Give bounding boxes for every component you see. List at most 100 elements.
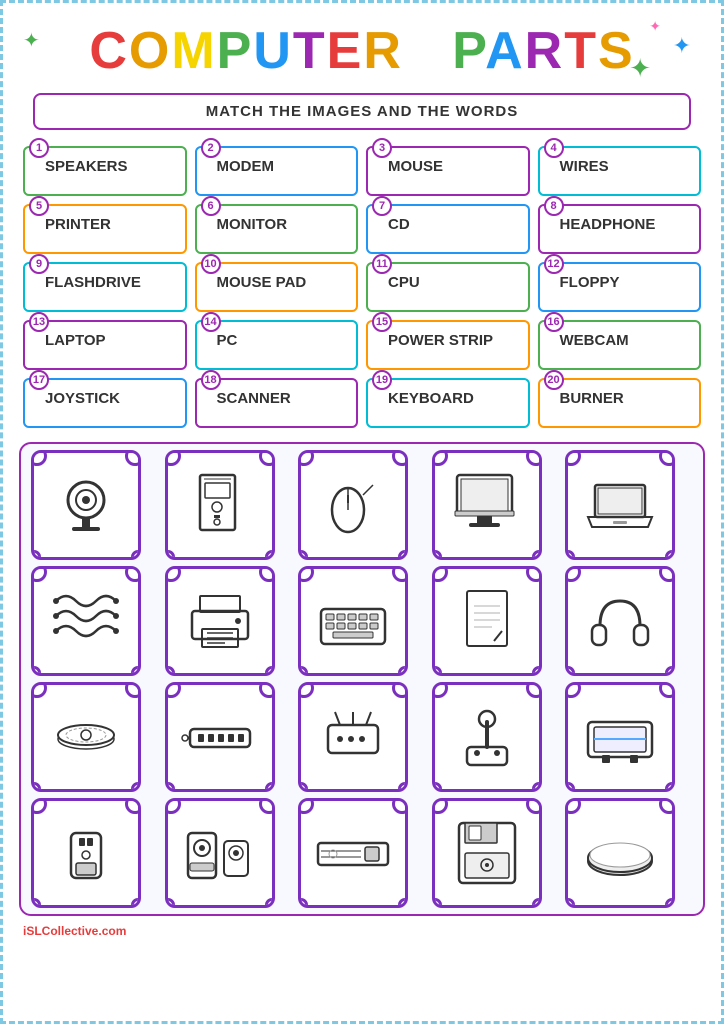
word-number: 7 bbox=[372, 196, 392, 216]
word-number: 10 bbox=[201, 254, 221, 274]
monitor-icon bbox=[447, 465, 527, 545]
word-number: 4 bbox=[544, 138, 564, 158]
star-icon-tr2: ✦ bbox=[673, 33, 691, 59]
word-cell-cpu: 11CPU bbox=[366, 262, 530, 312]
word-number: 6 bbox=[201, 196, 221, 216]
word-label: WIRES bbox=[560, 158, 692, 175]
image-cell-powerstrip bbox=[165, 682, 275, 792]
instruction-box: MATCH THE IMAGES AND THE WORDS bbox=[33, 93, 691, 130]
joystick-icon bbox=[447, 697, 527, 777]
word-number: 12 bbox=[544, 254, 564, 274]
title-area: ✦ COMPUTER PARTS ✦ ✦ ✦ bbox=[13, 13, 711, 85]
star-icon-tl: ✦ bbox=[23, 28, 40, 53]
word-number: 2 bbox=[201, 138, 221, 158]
word-label: SPEAKERS bbox=[45, 158, 177, 175]
word-cell-flashdrive: 9FLASHDRIVE bbox=[23, 262, 187, 312]
mousepad-icon bbox=[580, 813, 660, 893]
word-label: POWER STRIP bbox=[388, 332, 520, 349]
watermark-text: iSLCollective.com bbox=[23, 924, 126, 938]
word-label: MODEM bbox=[217, 158, 349, 175]
headphones-icon bbox=[580, 581, 660, 661]
word-cell-headphone: 8HEADPHONE bbox=[538, 204, 702, 254]
word-cell-scanner: 18SCANNER bbox=[195, 378, 359, 428]
image-cell-mousepad bbox=[565, 798, 675, 908]
flashdrive-icon bbox=[46, 813, 126, 893]
printer-icon bbox=[180, 581, 260, 661]
word-number: 11 bbox=[372, 254, 392, 274]
word-number: 16 bbox=[544, 312, 564, 332]
image-cell-joystick bbox=[432, 682, 542, 792]
webcam-icon bbox=[46, 465, 126, 545]
image-cell-speakers bbox=[165, 798, 275, 908]
word-label: HEADPHONE bbox=[560, 216, 692, 233]
word-cell-printer: 5PRINTER bbox=[23, 204, 187, 254]
word-cell-wires: 4WIRES bbox=[538, 146, 702, 196]
word-cell-power-strip: 15POWER STRIP bbox=[366, 320, 530, 370]
images-grid bbox=[31, 450, 693, 908]
image-cell-scanner bbox=[565, 682, 675, 792]
word-label: PC bbox=[217, 332, 349, 349]
word-cell-modem: 2MODEM bbox=[195, 146, 359, 196]
image-cell-headphones bbox=[565, 566, 675, 676]
word-number: 5 bbox=[29, 196, 49, 216]
word-cell-laptop: 13LAPTOP bbox=[23, 320, 187, 370]
word-label: FLOPPY bbox=[560, 274, 692, 291]
word-label: BURNER bbox=[560, 390, 692, 407]
image-cell-wires bbox=[31, 566, 141, 676]
floppy-icon bbox=[447, 813, 527, 893]
speakers-icon bbox=[180, 813, 260, 893]
modem-icon bbox=[313, 697, 393, 777]
word-number: 18 bbox=[201, 370, 221, 390]
laptop-icon bbox=[580, 465, 660, 545]
instruction-text: MATCH THE IMAGES AND THE WORDS bbox=[206, 103, 519, 120]
word-number: 14 bbox=[201, 312, 221, 332]
words-grid: 1SPEAKERS2MODEM3MOUSE4WIRES5PRINTER6MONI… bbox=[13, 138, 711, 436]
word-cell-monitor: 6MONITOR bbox=[195, 204, 359, 254]
word-label: LAPTOP bbox=[45, 332, 177, 349]
word-label: MOUSE bbox=[388, 158, 520, 175]
word-cell-webcam: 16WEBCAM bbox=[538, 320, 702, 370]
word-number: 15 bbox=[372, 312, 392, 332]
word-cell-keyboard: 19KEYBOARD bbox=[366, 378, 530, 428]
word-number: 19 bbox=[372, 370, 392, 390]
word-cell-floppy: 12FLOPPY bbox=[538, 262, 702, 312]
word-cell-speakers: 1SPEAKERS bbox=[23, 146, 187, 196]
image-cell-modem bbox=[298, 682, 408, 792]
star-icon-tr1: ✦ bbox=[649, 18, 661, 35]
word-cell-cd: 7CD bbox=[366, 204, 530, 254]
word-cell-burner: 20BURNER bbox=[538, 378, 702, 428]
keyboard-icon bbox=[313, 581, 393, 661]
word-number: 3 bbox=[372, 138, 392, 158]
word-label: MOUSE PAD bbox=[217, 274, 349, 291]
word-number: 17 bbox=[29, 370, 49, 390]
image-cell-pc bbox=[165, 450, 275, 560]
word-cell-mouse: 3MOUSE bbox=[366, 146, 530, 196]
star-icon-tr3: ✦ bbox=[629, 53, 651, 84]
image-cell-mouse bbox=[298, 450, 408, 560]
image-cell-laptop bbox=[565, 450, 675, 560]
image-cell-printer bbox=[165, 566, 275, 676]
burner-icon bbox=[313, 813, 393, 893]
word-number: 13 bbox=[29, 312, 49, 332]
image-cell-paper bbox=[432, 566, 542, 676]
word-number: 1 bbox=[29, 138, 49, 158]
image-cell-burner bbox=[298, 798, 408, 908]
word-label: JOYSTICK bbox=[45, 390, 177, 407]
wires-icon bbox=[46, 581, 126, 661]
word-number: 20 bbox=[544, 370, 564, 390]
image-cell-floppy bbox=[432, 798, 542, 908]
paper-icon bbox=[447, 581, 527, 661]
word-cell-joystick: 17JOYSTICK bbox=[23, 378, 187, 428]
word-number: 8 bbox=[544, 196, 564, 216]
word-label: SCANNER bbox=[217, 390, 349, 407]
word-cell-mouse-pad: 10MOUSE PAD bbox=[195, 262, 359, 312]
cd-icon bbox=[46, 697, 126, 777]
word-number: 9 bbox=[29, 254, 49, 274]
page-title: COMPUTER PARTS bbox=[13, 23, 711, 80]
image-cell-webcam bbox=[31, 450, 141, 560]
word-label: MONITOR bbox=[217, 216, 349, 233]
image-cell-keyboard bbox=[298, 566, 408, 676]
word-label: WEBCAM bbox=[560, 332, 692, 349]
pc-icon bbox=[180, 465, 260, 545]
word-label: CD bbox=[388, 216, 520, 233]
